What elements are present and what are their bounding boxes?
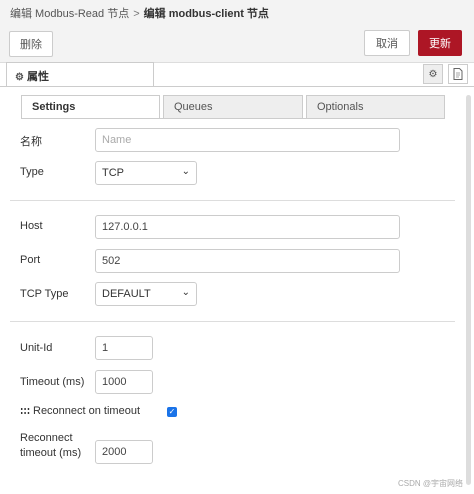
delete-button[interactable]: 删除 [9, 31, 53, 57]
toolbar: 删除 取消 更新 [0, 26, 474, 62]
port-label: Port [20, 254, 41, 266]
section-divider [10, 200, 455, 201]
unit-id-label: Unit-Id [20, 342, 53, 354]
gear-icon: ⚙ [15, 72, 24, 83]
edit-panel [0, 62, 474, 494]
reconnect-checkbox[interactable]: ✓ [167, 407, 177, 417]
tab-settings[interactable]: Settings [21, 95, 160, 119]
port-field[interactable]: 502 [95, 249, 400, 273]
tcp-type-label: TCP Type [20, 288, 69, 300]
tab-optionals[interactable]: Optionals [306, 95, 445, 119]
tcp-type-select-value: DEFAULT [102, 288, 151, 300]
reconnect-label: Reconnect on timeout [20, 405, 140, 417]
section-divider [10, 321, 455, 322]
subtab-divider [21, 118, 445, 119]
breadcrumb-current: 编辑 modbus-client 节点 [143, 8, 269, 20]
grid-icon [20, 407, 30, 415]
type-label: Type [20, 166, 44, 178]
watermark: CSDN @宇宙网络 [398, 479, 464, 488]
type-select[interactable]: TCP ⌄ [95, 161, 197, 185]
chevron-down-icon: ⌄ [181, 287, 190, 298]
breadcrumb: 编辑 Modbus-Read 节点 > 编辑 modbus-client 节点 [0, 0, 474, 26]
breadcrumb-parent[interactable]: 编辑 Modbus-Read 节点 [10, 8, 129, 20]
host-label: Host [20, 220, 43, 232]
node-settings-gear-icon[interactable]: ⚙ [423, 64, 443, 84]
reconnect-timeout-field[interactable]: 2000 [95, 440, 153, 464]
tcp-type-select[interactable]: DEFAULT ⌄ [95, 282, 197, 306]
chevron-down-icon: ⌄ [181, 166, 190, 177]
tab-properties[interactable]: ⚙ 属性 [6, 62, 154, 87]
description-document-icon[interactable] [448, 64, 468, 84]
tab-divider [0, 86, 474, 87]
breadcrumb-separator: > [133, 8, 140, 20]
name-label: 名称 [20, 136, 42, 148]
reconnect-label-text: Reconnect on timeout [33, 405, 141, 417]
tab-properties-label: 属性 [26, 71, 49, 83]
tab-queues[interactable]: Queues [163, 95, 303, 119]
name-field[interactable]: Name [95, 128, 400, 152]
reconnect-timeout-label-line2: timeout (ms) [20, 447, 82, 459]
type-select-value: TCP [102, 167, 124, 179]
reconnect-timeout-label-line1: Reconnect [20, 432, 73, 444]
update-button[interactable]: 更新 [418, 30, 462, 56]
unit-id-field[interactable]: 1 [95, 336, 153, 360]
scrollbar[interactable] [466, 95, 471, 485]
host-field[interactable]: 127.0.0.1 [95, 215, 400, 239]
timeout-label: Timeout (ms) [20, 376, 85, 388]
cancel-button[interactable]: 取消 [364, 30, 410, 56]
timeout-field[interactable]: 1000 [95, 370, 153, 394]
